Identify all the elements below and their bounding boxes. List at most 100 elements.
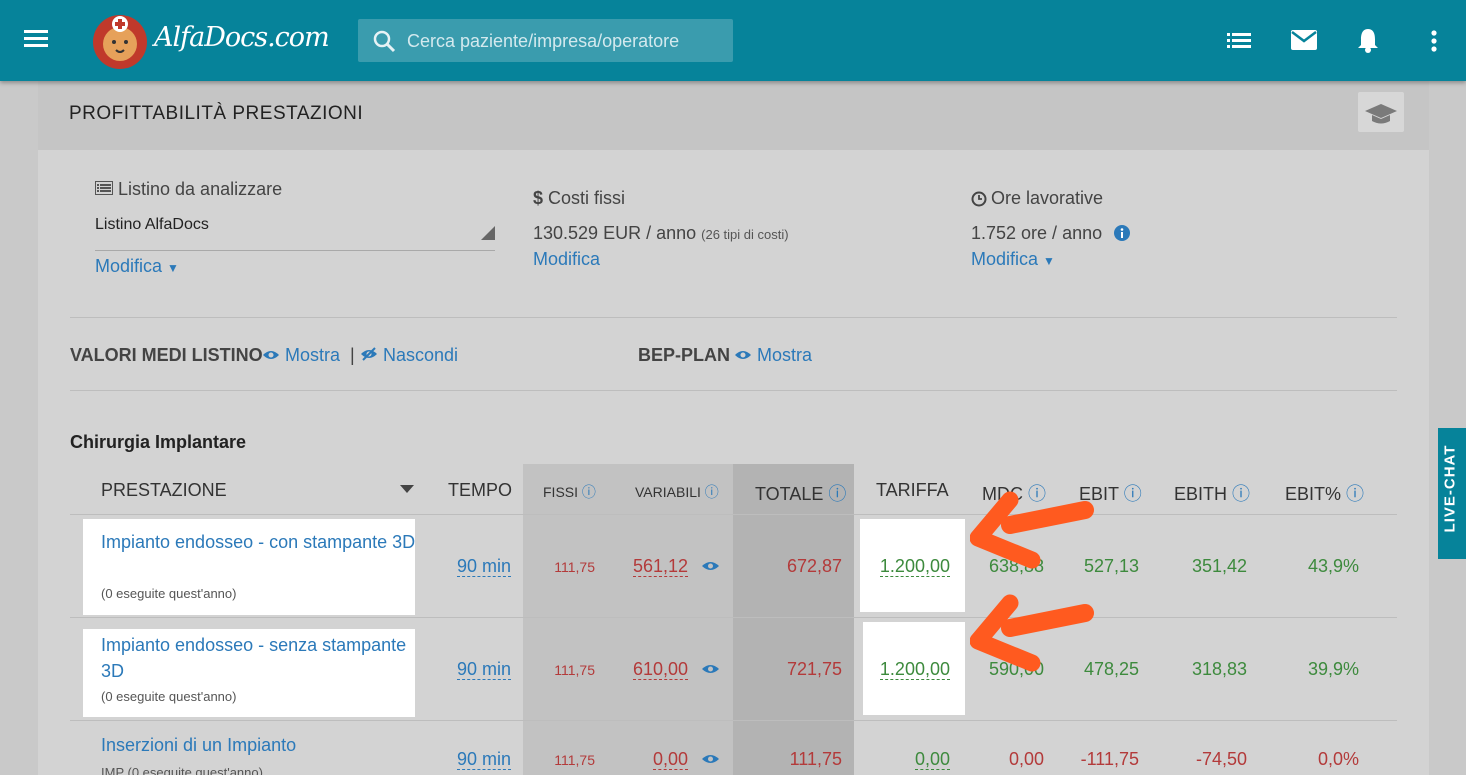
col-fissi: FISSI ⓘ [543, 482, 596, 502]
info-icon[interactable]: ⓘ [1232, 484, 1250, 504]
tariffa-value: 1.200,00 [879, 659, 950, 680]
more-vert-icon[interactable] [1430, 30, 1438, 52]
row-subtext: (0 eseguite quest'anno) [101, 689, 237, 704]
bep-mostra-link[interactable]: Mostra [734, 345, 812, 366]
info-icon[interactable]: ⓘ [1124, 484, 1142, 504]
col-ebith-label: EBITH [1174, 484, 1228, 504]
col-variabili-label: VARIABILI [635, 484, 701, 500]
divider [70, 317, 1397, 318]
top-bar: AlfaDocs.com Cerca paziente/impresa/oper… [0, 0, 1466, 81]
row-subtext: IMP (0 eseguite quest'anno) [101, 765, 263, 775]
bep-label: BEP-PLAN [638, 345, 731, 365]
mail-icon[interactable] [1291, 30, 1317, 50]
listino-label: Listino da analizzare [118, 179, 283, 199]
info-icon[interactable] [1114, 225, 1130, 241]
tariffa-link[interactable]: 1.200,00 [866, 556, 950, 577]
valori-nascondi-link[interactable]: Nascondi [360, 345, 458, 366]
variabili-link[interactable]: 0,00 [618, 749, 688, 770]
info-icon[interactable]: ⓘ [1346, 484, 1364, 504]
dollar-icon: $ [533, 188, 544, 208]
sort-down-icon[interactable] [400, 485, 414, 493]
caret-down-icon: ▼ [167, 261, 179, 275]
costi-modify-link[interactable]: Modifica [533, 249, 600, 270]
clock-icon [971, 191, 987, 207]
row-name-link[interactable]: Impianto endosseo - senza stampante 3D [101, 632, 416, 684]
live-chat-tab[interactable]: LIVE-CHAT [1438, 428, 1466, 559]
ebitp-value: 39,9% [1307, 659, 1359, 679]
variabili-value: 610,00 [632, 659, 688, 680]
col-ebitp-label: EBIT% [1285, 484, 1342, 504]
col-prestazione[interactable]: PRESTAZIONE [101, 480, 227, 501]
info-icon[interactable]: ⓘ [582, 484, 596, 500]
logo[interactable]: AlfaDocs.com [90, 10, 330, 72]
fixed-variable-column-bg [523, 464, 733, 775]
separator: | [350, 345, 355, 365]
annotation-arrow-icon [970, 491, 1094, 569]
eye-icon[interactable] [701, 663, 720, 675]
costi-label-text: Costi fissi [548, 188, 626, 208]
list-alt-icon [95, 181, 113, 195]
annotation-arrow-icon [970, 594, 1094, 672]
col-tempo: TEMPO [448, 480, 513, 500]
tariffa-link[interactable]: 1.200,00 [866, 659, 950, 680]
costi-note: (26 tipi di costi) [701, 227, 789, 242]
row-name-link[interactable]: Inserzioni di un Impianto [101, 735, 416, 756]
fissi-value: 111,75 [554, 662, 595, 678]
col-tariffa: TARIFFA [876, 480, 949, 500]
valori-mostra-link[interactable]: Mostra [262, 345, 340, 366]
row-name-link[interactable]: Impianto endosseo - con stampante 3D [101, 529, 416, 555]
tempo-value: 90 min [456, 659, 511, 680]
tutorial-button[interactable] [1358, 92, 1404, 132]
ebith-value: -74,50 [1195, 749, 1247, 769]
section-title: Chirurgia Implantare [70, 432, 247, 452]
listino-select[interactable]: Listino AlfaDocs [95, 216, 495, 251]
divider [70, 390, 1397, 391]
tempo-value: 90 min [456, 556, 511, 577]
lion-logo-icon [93, 15, 147, 69]
ore-modify-link[interactable]: Modifica ▼ [971, 249, 1055, 270]
ebit-value: -111,75 [1080, 749, 1139, 769]
eye-icon[interactable] [701, 753, 720, 765]
totale-value: 721,75 [786, 659, 842, 679]
ore-label: Ore lavorative [991, 188, 1104, 208]
costi-value-line: 130.529 EUR / anno (26 tipi di costi) [533, 223, 789, 244]
tariffa-value: 0,00 [914, 749, 950, 770]
divider [70, 720, 1397, 721]
col-totale: TOTALE ⓘ [755, 480, 846, 506]
search-input[interactable]: Cerca paziente/impresa/operatore [358, 19, 733, 62]
costi-value: 130.529 EUR / anno [533, 223, 697, 243]
ore-value: 1.752 ore / anno [971, 223, 1103, 243]
bell-icon[interactable] [1356, 27, 1380, 53]
info-icon[interactable]: ⓘ [705, 484, 719, 500]
variabili-link[interactable]: 610,00 [618, 659, 688, 680]
costi-label: $ Costi fissi [533, 188, 625, 209]
caret-down-icon: ▼ [1043, 254, 1055, 268]
eye-icon [735, 351, 751, 359]
variabili-value: 0,00 [652, 749, 688, 770]
variabili-value: 561,12 [632, 556, 688, 577]
listino-modify-link[interactable]: Modifica ▼ [95, 256, 179, 277]
variabili-link[interactable]: 561,12 [618, 556, 688, 577]
col-ebitp: EBIT% ⓘ [1285, 480, 1364, 506]
ebitp-value: 0,0% [1317, 749, 1359, 769]
col-fissi-label: FISSI [543, 484, 579, 500]
tariffa-value: 1.200,00 [879, 556, 950, 577]
ebith-value: 318,83 [1191, 659, 1247, 679]
list-icon[interactable] [1227, 32, 1251, 50]
valori-mostra-label: Mostra [285, 345, 341, 365]
menu-icon[interactable] [24, 30, 48, 48]
eye-icon[interactable] [701, 560, 720, 572]
eye-slash-icon [361, 347, 377, 361]
valori-nascondi-label: Nascondi [383, 345, 459, 365]
tempo-link[interactable]: 90 min [443, 749, 511, 770]
col-variabili: VARIABILI ⓘ [635, 482, 719, 502]
info-icon[interactable]: ⓘ [828, 484, 846, 504]
tempo-link[interactable]: 90 min [443, 556, 511, 577]
tempo-link[interactable]: 90 min [443, 659, 511, 680]
divider [70, 617, 1397, 618]
row-subtext: (0 eseguite quest'anno) [101, 586, 237, 601]
col-ebith: EBITH ⓘ [1174, 480, 1250, 506]
tariffa-link[interactable]: 0,00 [866, 749, 950, 770]
ebith-value: 351,42 [1191, 556, 1247, 576]
listino-selected: Listino AlfaDocs [95, 216, 209, 233]
